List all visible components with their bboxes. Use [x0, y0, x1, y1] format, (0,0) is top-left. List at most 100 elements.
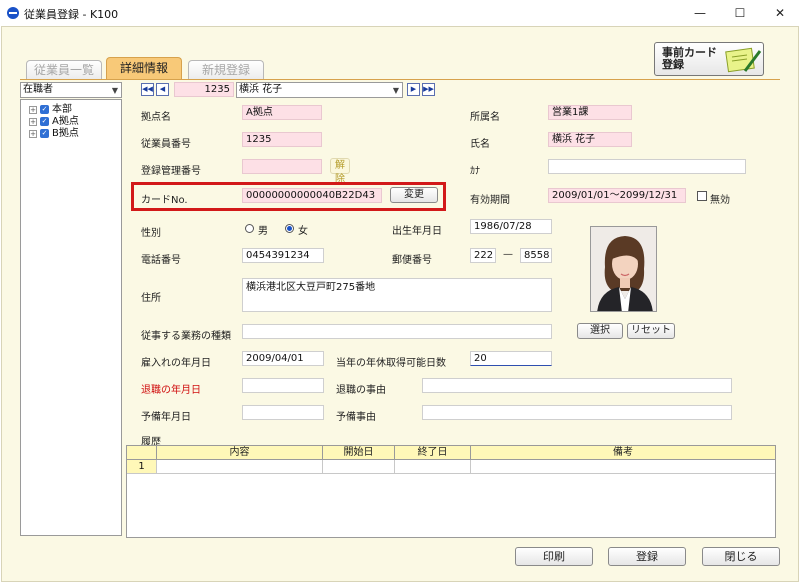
invalid-checkbox[interactable] [697, 191, 707, 201]
history-header-content: 内容 [157, 446, 323, 460]
prev-record-button[interactable]: ◀ [156, 83, 169, 96]
status-filter-value: 在職者 [23, 84, 53, 95]
spare-date-label: 予備年月日 [141, 412, 191, 423]
history-header-corner [127, 446, 157, 460]
retire-date-field[interactable] [242, 378, 324, 393]
status-filter-select[interactable]: 在職者 ▼ [20, 82, 122, 98]
phone-label: 電話番号 [141, 255, 181, 266]
history-header-note: 備考 [471, 446, 775, 460]
photo-select-button[interactable]: 選択 [577, 323, 623, 339]
annual-leave-field[interactable]: 20 [470, 351, 552, 366]
emp-no-field[interactable]: 1235 [242, 132, 322, 147]
invalid-label: 無効 [710, 195, 730, 206]
card-pencil-icon [725, 47, 762, 73]
tree-item-label: A拠点 [52, 116, 79, 127]
tab-employee-list[interactable]: 従業員一覧 [26, 60, 102, 79]
history-cell-start[interactable] [323, 460, 395, 474]
employee-select-value: 横浜 花子 [239, 84, 283, 95]
history-header-end: 終了日 [395, 446, 471, 460]
job-type-label: 従事する業務の種類 [141, 331, 231, 342]
tab-details[interactable]: 詳細情報 [106, 57, 182, 79]
first-record-button[interactable]: ◀◀ [141, 83, 154, 96]
address-field[interactable]: 横浜港北区大豆戸町275番地 [242, 278, 552, 312]
postal-field-1[interactable]: 222 [470, 248, 496, 263]
close-button[interactable]: 閉じる [702, 547, 780, 566]
employee-photo [590, 226, 657, 312]
card-number-field[interactable]: 00000000000040B22D43 [242, 188, 382, 203]
expand-icon[interactable]: + [29, 118, 37, 126]
base-label: 拠点名 [141, 112, 171, 123]
print-button[interactable]: 印刷 [515, 547, 593, 566]
gender-female-radio[interactable] [285, 224, 294, 233]
validity-label: 有効期間 [470, 195, 510, 206]
expand-icon[interactable]: + [29, 106, 37, 114]
annual-leave-label: 当年の年休取得可能日数 [336, 358, 446, 369]
spare-reason-field[interactable] [422, 405, 732, 420]
expand-icon[interactable]: + [29, 130, 37, 138]
tree-item-a[interactable]: + ✓ A拠点 [29, 116, 119, 128]
tree-item-honbu[interactable]: + ✓ 本部 [29, 104, 119, 116]
checkbox-checked-icon[interactable]: ✓ [40, 129, 49, 138]
gender-male-radio[interactable] [245, 224, 254, 233]
employee-select[interactable]: 横浜 花子 ▼ [236, 82, 403, 98]
tab-divider [20, 79, 780, 80]
validity-field[interactable]: 2009/01/01～2099/12/31 [548, 188, 686, 203]
emp-no-label: 従業員番号 [141, 139, 191, 150]
spare-reason-label: 予備事由 [336, 412, 376, 423]
history-cell-end[interactable] [395, 460, 471, 474]
card-label: カードNo. [141, 195, 188, 206]
checkbox-checked-icon[interactable]: ✓ [40, 117, 49, 126]
mgmt-no-label: 登録管理番号 [141, 166, 201, 177]
photo-reset-button[interactable]: リセット [627, 323, 675, 339]
tree-item-b[interactable]: + ✓ B拠点 [29, 128, 119, 140]
chevron-down-icon: ▼ [392, 86, 399, 95]
kana-field[interactable] [548, 159, 746, 174]
close-window-button[interactable]: ✕ [760, 0, 800, 26]
tree-item-label: 本部 [52, 104, 72, 115]
minimize-button[interactable]: — [680, 0, 720, 26]
app-icon [7, 7, 19, 19]
history-row-number: 1 [127, 460, 157, 474]
last-record-button[interactable]: ▶▶ [422, 83, 435, 96]
spare-date-field[interactable] [242, 405, 324, 420]
hire-date-label: 雇入れの年月日 [141, 358, 211, 369]
window-title: 従業員登録 - K100 [24, 8, 119, 21]
name-field[interactable]: 横浜 花子 [548, 132, 632, 147]
title-bar: 従業員登録 - K100 — ☐ ✕ [0, 0, 800, 26]
checkbox-checked-icon[interactable]: ✓ [40, 105, 49, 114]
postal-field-2[interactable]: 8558 [520, 248, 552, 263]
pre-card-registration-button[interactable]: 事前カード 登録 [654, 42, 764, 76]
mgmt-no-field[interactable] [242, 159, 322, 174]
register-button[interactable]: 登録 [608, 547, 686, 566]
address-label: 住所 [141, 293, 161, 304]
postal-label: 郵便番号 [392, 255, 432, 266]
gender-male-label: 男 [258, 226, 268, 237]
postal-separator: — [503, 249, 513, 260]
retire-reason-field[interactable] [422, 378, 732, 393]
tab-new-registration[interactable]: 新規登録 [188, 60, 264, 79]
location-tree: + ✓ 本部 + ✓ A拠点 + ✓ B拠点 [20, 99, 122, 536]
nav-employee-number[interactable]: 1235 [174, 82, 234, 97]
maximize-button[interactable]: ☐ [720, 0, 760, 26]
history-table[interactable]: 内容 開始日 終了日 備考 1 [126, 445, 776, 538]
release-button[interactable]: 解除 [330, 158, 350, 185]
retire-date-label: 退職の年月日 [141, 385, 201, 396]
tree-item-label: B拠点 [52, 128, 79, 139]
gender-female-label: 女 [298, 226, 308, 237]
history-cell-content[interactable] [157, 460, 323, 474]
employee-photo-image [591, 227, 656, 311]
phone-field[interactable]: 0454391234 [242, 248, 324, 263]
birthday-field[interactable]: 1986/07/28 [470, 219, 552, 234]
kana-label: ｶﾅ [470, 166, 480, 177]
history-header-start: 開始日 [323, 446, 395, 460]
next-record-button[interactable]: ▶ [407, 83, 420, 96]
birthday-label: 出生年月日 [392, 226, 442, 237]
retire-reason-label: 退職の事由 [336, 385, 386, 396]
history-cell-note[interactable] [471, 460, 775, 474]
hire-date-field[interactable]: 2009/04/01 [242, 351, 324, 366]
job-type-field[interactable] [242, 324, 552, 339]
change-card-button[interactable]: 変更 [390, 187, 438, 203]
base-field[interactable]: A拠点 [242, 105, 322, 120]
chevron-down-icon: ▼ [111, 86, 118, 95]
dept-field[interactable]: 営業1課 [548, 105, 632, 120]
